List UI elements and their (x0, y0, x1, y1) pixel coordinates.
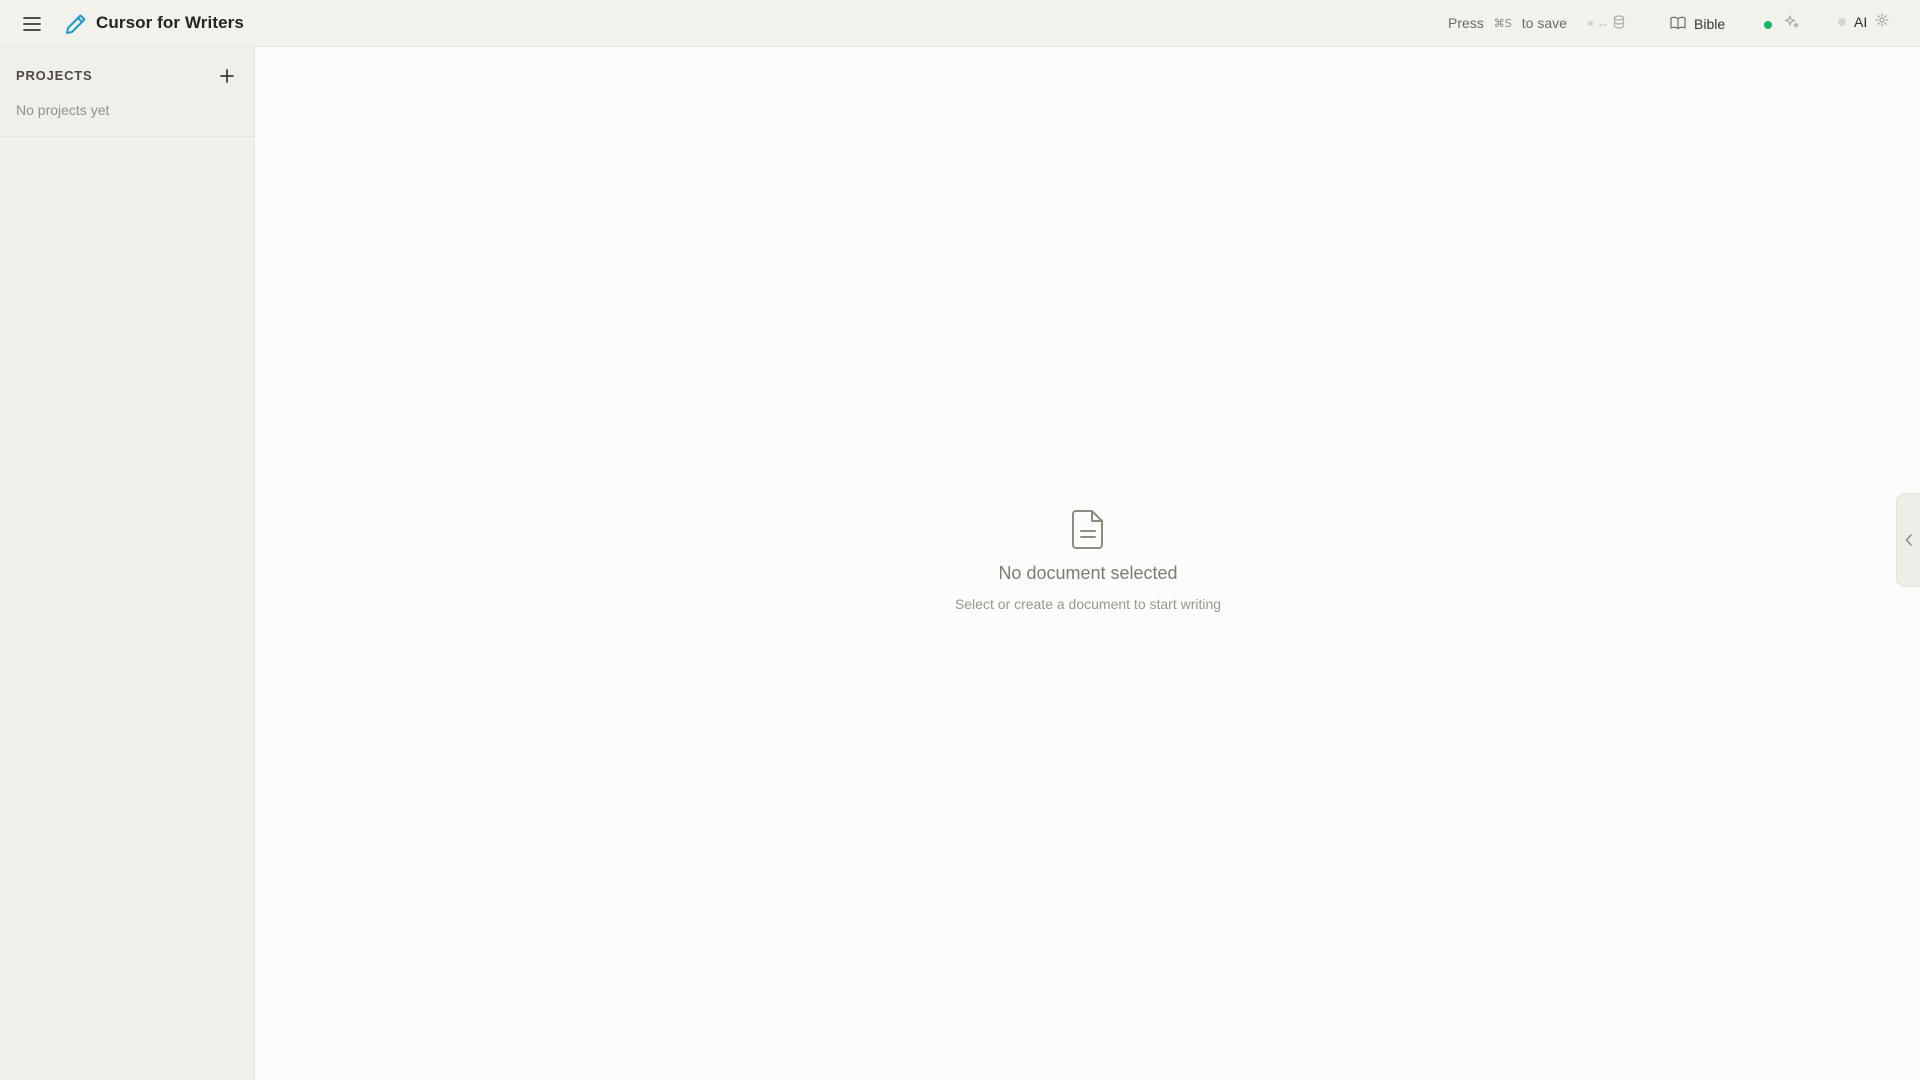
empty-state: No document selected Select or create a … (256, 507, 1920, 612)
ai-settings-group[interactable]: AI (1838, 13, 1889, 30)
add-project-button[interactable] (216, 65, 238, 87)
pencil-logo-icon (64, 12, 88, 36)
sync-status: -- (1588, 15, 1625, 32)
book-icon (1670, 16, 1686, 33)
sync-text: -- (1599, 16, 1607, 31)
no-projects-text: No projects yet (16, 102, 110, 118)
save-hint-prefix: Press (1448, 15, 1484, 31)
top-bar: Cursor for Writers Press ⌘S to save -- B… (0, 0, 1920, 47)
chevron-left-icon (1905, 534, 1912, 546)
editor-area: No document selected Select or create a … (256, 47, 1920, 1080)
plus-icon (220, 69, 234, 83)
sparkles-icon[interactable] (1784, 14, 1800, 35)
bible-button[interactable]: Bible (1670, 11, 1725, 37)
sidebar: PROJECTS No projects yet (0, 47, 255, 1080)
connection-status-dot (1764, 20, 1772, 29)
save-shortcut: ⌘S (1493, 16, 1512, 30)
ai-status-dot (1838, 17, 1846, 26)
document-icon (1072, 510, 1103, 549)
ai-label: AI (1854, 13, 1868, 30)
projects-section: PROJECTS No projects yet (0, 47, 254, 137)
app-title: Cursor for Writers (96, 13, 244, 32)
right-panel-toggle[interactable] (1896, 493, 1920, 587)
ai-assist-status[interactable] (1764, 14, 1800, 35)
menu-icon[interactable] (20, 12, 44, 36)
projects-heading: PROJECTS (16, 68, 93, 83)
empty-state-title: No document selected (998, 563, 1178, 583)
bible-label: Bible (1694, 16, 1726, 32)
save-hint-suffix: to save (1521, 15, 1567, 31)
sync-dot-icon (1588, 21, 1593, 26)
save-hint: Press ⌘S to save (1448, 15, 1567, 31)
gear-icon[interactable] (1875, 13, 1889, 30)
empty-state-subtitle: Select or create a document to start wri… (954, 596, 1222, 612)
database-icon (1613, 15, 1625, 32)
